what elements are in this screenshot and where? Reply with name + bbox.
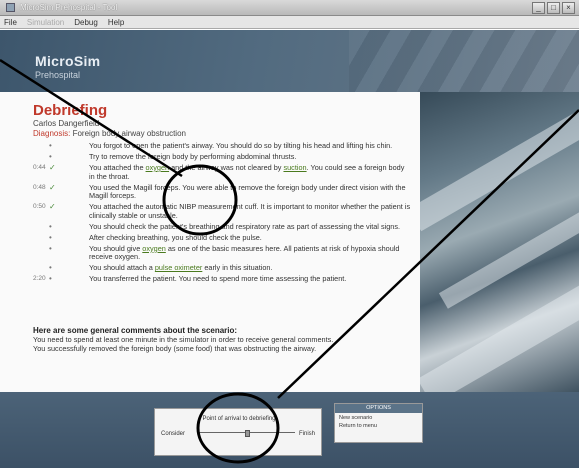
scrubber-track[interactable] bbox=[199, 430, 295, 438]
list-item: 0:44 ✓ You attached the oxygen and the a… bbox=[33, 162, 411, 181]
menu-help[interactable]: Help bbox=[108, 18, 124, 27]
bullet-icon: • bbox=[49, 151, 52, 161]
checkmark-icon: ✓ bbox=[49, 162, 56, 172]
menubar: File Simulation Debug Help bbox=[0, 16, 579, 29]
window-controls: _ □ × bbox=[532, 2, 575, 14]
timeline-scrubber: Point of arrival to debriefing Consider … bbox=[154, 408, 322, 456]
scene-photo bbox=[420, 92, 579, 392]
scrubber-left-label: Consider bbox=[161, 431, 186, 437]
item-time: 0:50 bbox=[33, 203, 46, 211]
oxygen-link[interactable]: oxygen bbox=[142, 244, 166, 253]
scrubber-right-label: Finish bbox=[298, 431, 315, 437]
page-title: Debriefing bbox=[33, 102, 108, 119]
bullet-icon: • bbox=[49, 263, 52, 273]
debriefing-list: • You forgot to open the patient's airwa… bbox=[33, 141, 411, 286]
item-time: 0:48 bbox=[33, 183, 46, 191]
logo-sub: Prehospital bbox=[35, 70, 81, 80]
item-text-pre: You should attach a bbox=[89, 263, 155, 273]
menu-debug[interactable]: Debug bbox=[74, 18, 98, 27]
list-item: • After checking breathing, you should c… bbox=[33, 232, 411, 243]
app-icon bbox=[6, 3, 15, 12]
close-button[interactable]: × bbox=[562, 2, 575, 14]
item-text-post: early in this situation. bbox=[202, 263, 273, 273]
item-text: After checking breathing, you should che… bbox=[89, 232, 262, 242]
bullet-icon: • bbox=[49, 243, 52, 253]
checkmark-icon: ✓ bbox=[49, 182, 56, 192]
diagnosis: Diagnosis: Foreign body airway obstructi… bbox=[33, 129, 186, 138]
bullet-icon: • bbox=[49, 274, 52, 284]
list-item: • You should check the patient's breathi… bbox=[33, 221, 411, 232]
options-title: OPTIONS bbox=[335, 404, 422, 413]
patient-name: Carlos Dangerfield bbox=[33, 119, 100, 128]
list-item: • Try to remove the foreign body by perf… bbox=[33, 151, 411, 162]
list-item: • You should give oxygen as one of the b… bbox=[33, 243, 411, 262]
window-title: MicroSim Prehospital - Tool bbox=[20, 3, 118, 12]
diagnosis-label: Diagnosis: bbox=[33, 129, 71, 138]
bullet-icon: • bbox=[49, 141, 52, 150]
pulse-oximeter-link[interactable]: pulse oximeter bbox=[155, 263, 202, 272]
item-time: 0:44 bbox=[33, 163, 46, 171]
item-time: 2:20 bbox=[33, 275, 46, 283]
comments-title: Here are some general comments about the… bbox=[33, 326, 238, 335]
window-titlebar[interactable]: MicroSim Prehospital - Tool _ □ × bbox=[0, 0, 579, 16]
minimize-button[interactable]: _ bbox=[532, 2, 545, 14]
item-text: You used the Magill forceps. You were ab… bbox=[89, 182, 406, 201]
return-to-menu-option[interactable]: Return to menu bbox=[335, 421, 422, 429]
item-text: You attached the automatic NIBP measurem… bbox=[89, 202, 411, 220]
logo-main: MicroSim bbox=[35, 53, 101, 69]
scrubber-label: Point of arrival to debriefing bbox=[202, 416, 276, 422]
maximize-button[interactable]: □ bbox=[547, 2, 560, 14]
menu-simulation[interactable]: Simulation bbox=[27, 18, 64, 27]
list-item: 0:48 ✓ You used the Magill forceps. You … bbox=[33, 182, 411, 201]
item-text: You forgot to open the patient's airway.… bbox=[89, 141, 393, 150]
list-item: 0:50 ✓ You attached the automatic NIBP m… bbox=[33, 202, 411, 220]
bullet-icon: • bbox=[49, 221, 52, 231]
list-item: • You forgot to open the patient's airwa… bbox=[33, 141, 411, 151]
options-panel: OPTIONS New scenario Return to menu bbox=[334, 403, 423, 443]
checkmark-icon: ✓ bbox=[49, 202, 56, 212]
app-header: MicroSim Prehospital bbox=[0, 30, 579, 92]
new-scenario-option[interactable]: New scenario bbox=[335, 413, 422, 421]
bullet-icon: • bbox=[49, 232, 52, 242]
item-text: You should check the patient's breathing… bbox=[89, 221, 401, 231]
item-text: You transferred the patient. You need to… bbox=[89, 274, 347, 284]
comment-line: You successfully removed the foreign bod… bbox=[33, 344, 317, 353]
debriefing-panel: Debriefing Carlos Dangerfield Diagnosis:… bbox=[0, 92, 420, 392]
menu-file[interactable]: File bbox=[4, 18, 17, 27]
diagnosis-value: Foreign body airway obstruction bbox=[72, 129, 186, 138]
oxygen-link[interactable]: oxygen bbox=[146, 163, 170, 172]
item-text: Try to remove the foreign body by perfor… bbox=[89, 151, 297, 161]
list-item: 2:20 • You transferred the patient. You … bbox=[33, 274, 411, 284]
list-item: • You should attach a pulse oximeter ear… bbox=[33, 263, 411, 273]
suction-link[interactable]: suction bbox=[283, 163, 306, 172]
item-text-mid: and the airway was not cleared by bbox=[169, 162, 284, 172]
scrubber-thumb[interactable] bbox=[244, 430, 250, 437]
